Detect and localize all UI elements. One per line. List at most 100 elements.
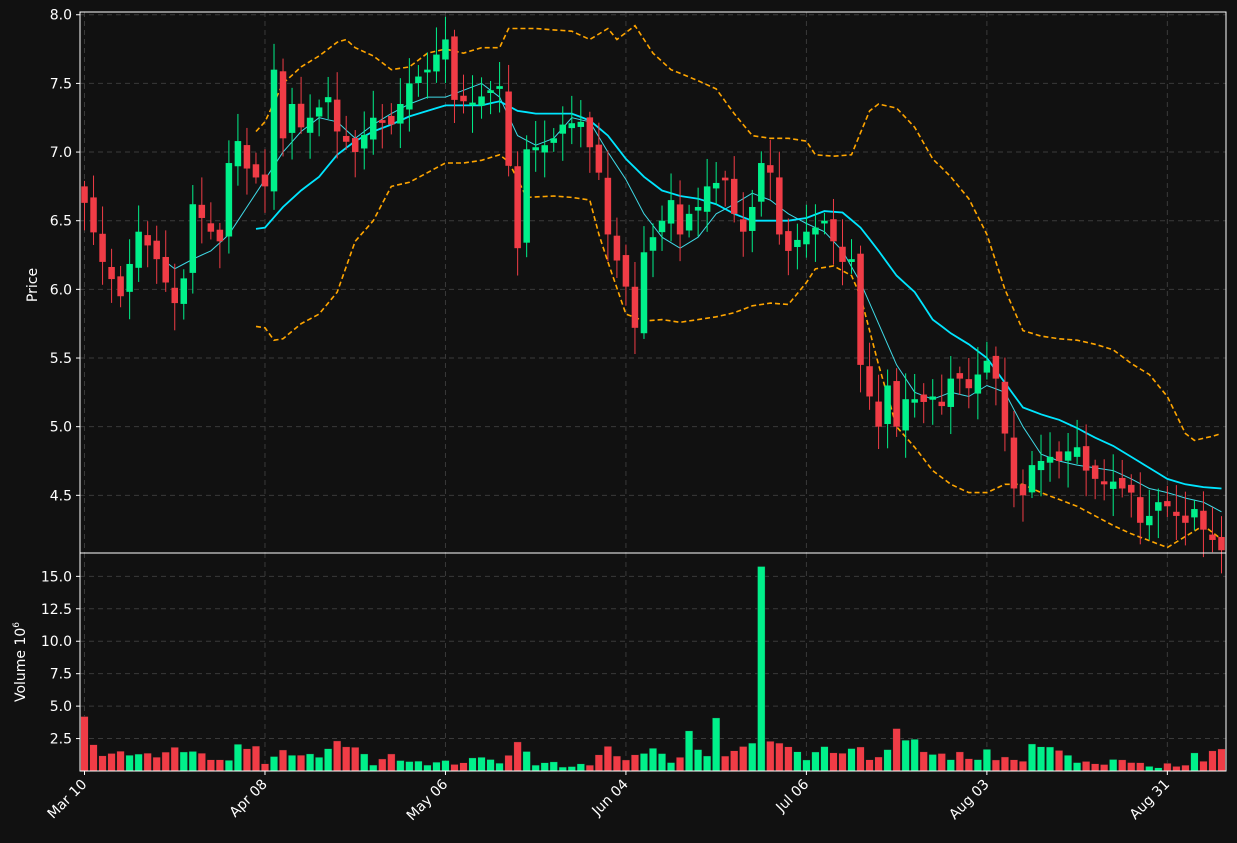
candle-body [1037, 461, 1045, 471]
volume-bar [1172, 766, 1181, 772]
volume-bar [1136, 762, 1145, 772]
volume-bar [215, 759, 224, 772]
candle-body [875, 401, 882, 427]
volume-tick-label: 5.0 [50, 699, 72, 715]
volume-bar [667, 762, 676, 772]
volume-bar [197, 752, 206, 772]
price-tick-label: 5.0 [50, 420, 72, 436]
candle-body [424, 69, 431, 73]
candle-body [857, 253, 864, 365]
volume-bar [396, 760, 405, 772]
candle-body [243, 145, 251, 169]
volume-bar [973, 759, 982, 772]
volume-bar [98, 755, 107, 772]
candle-body [297, 103, 305, 128]
volume-bar [1190, 752, 1199, 772]
volume-bar [179, 751, 188, 772]
price-tick-label: 7.0 [50, 145, 72, 161]
volume-bar [89, 744, 98, 772]
candle-body [1100, 481, 1108, 485]
volume-bar [297, 754, 306, 772]
candle-body [1055, 451, 1063, 462]
volume-bar [621, 759, 630, 772]
candle-body [216, 229, 224, 242]
candle-body [270, 69, 278, 192]
candle-body [433, 54, 440, 72]
candle-body [1001, 381, 1009, 434]
candle-body [694, 206, 702, 211]
volume-bar [432, 761, 441, 772]
candle-body [983, 360, 991, 373]
volume-bar [351, 747, 360, 772]
candle-body [658, 220, 666, 233]
candle-body [721, 177, 729, 181]
candle-body [261, 174, 269, 187]
volume-bar [865, 759, 874, 772]
volume-bar [477, 757, 486, 772]
candle-body [767, 165, 774, 173]
candle-body [1064, 451, 1072, 461]
volume-bar [856, 746, 865, 772]
volume-bar [1009, 759, 1018, 772]
volume-bar [820, 746, 829, 772]
candle-body [342, 135, 350, 142]
volume-bar [811, 751, 820, 772]
candle-body [388, 115, 395, 125]
candle-body [207, 223, 215, 232]
price-axis-label: Price [25, 268, 41, 302]
volume-bar [116, 750, 125, 772]
volume-bar [901, 739, 910, 772]
volume-bar [1046, 746, 1055, 772]
volume-bar [793, 751, 802, 772]
volume-bar [450, 764, 459, 772]
candlestick-chart: 4.5 5.0 5.5 6.0 6.5 7.0 7.5 8.0 2.5 5.0 7.5 10.0 12… [0, 0, 1237, 843]
volume-axis-label: Volume 106 [12, 622, 29, 702]
candle-body [622, 255, 630, 287]
volume-bar [549, 761, 558, 772]
volume-bar [874, 756, 883, 772]
candle-body [288, 103, 296, 133]
candle-body [1200, 510, 1207, 530]
candle-body [929, 396, 936, 400]
candle-body [306, 117, 314, 133]
candle-body [1137, 497, 1144, 523]
volume-bar [946, 759, 955, 772]
candle-body [992, 355, 1000, 379]
candle-body [351, 138, 359, 153]
volume-bar [594, 754, 603, 772]
candle-body [1118, 477, 1126, 489]
volume-bar [279, 749, 288, 772]
candle-body [1173, 511, 1180, 516]
volume-bar [847, 748, 856, 772]
candle-body [667, 200, 675, 224]
candle-body [604, 177, 612, 235]
candle-body [505, 91, 512, 166]
volume-bar [405, 761, 414, 772]
candle-body [1073, 447, 1081, 457]
volume-bar [369, 764, 378, 772]
candle-body [1182, 515, 1189, 523]
candle-body [90, 197, 97, 233]
volume-axis-label-power: 6 [12, 622, 22, 628]
volume-bar [676, 757, 685, 772]
volume-tick-label: 10.0 [41, 634, 72, 650]
volume-bar [766, 741, 775, 772]
volume-bar [1181, 764, 1190, 772]
volume-bar [152, 756, 161, 772]
volume-bar [712, 717, 721, 772]
volume-bar [829, 752, 838, 772]
volume-bar [324, 748, 333, 772]
volume-bar [1217, 748, 1226, 772]
candle-body [514, 166, 521, 249]
candle-body [730, 178, 738, 214]
candle-body [586, 117, 594, 148]
volume-bar [955, 751, 964, 772]
candle-body [1164, 501, 1171, 507]
volume-bar [540, 762, 549, 772]
candle-body [1046, 456, 1054, 463]
volume-bar [1118, 759, 1127, 772]
volume-bar [1163, 763, 1172, 772]
candle-body [370, 117, 377, 140]
volume-bar [342, 746, 351, 772]
candle-body [758, 163, 765, 202]
